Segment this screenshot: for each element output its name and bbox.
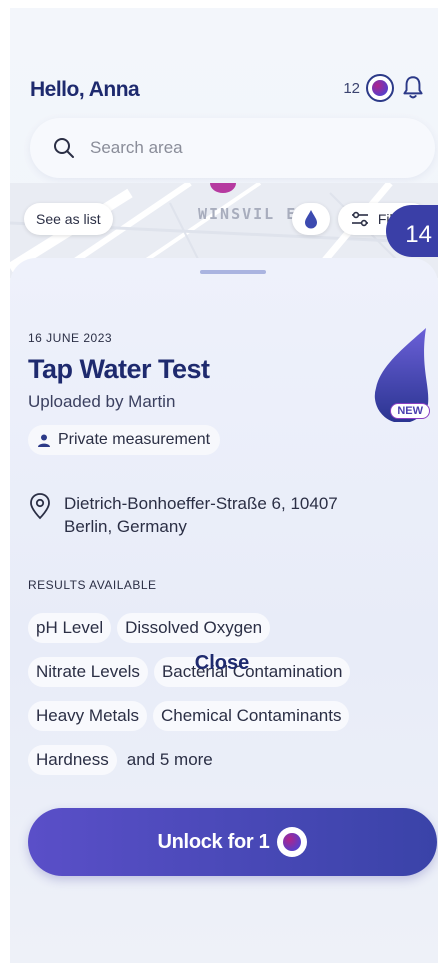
privacy-label: Private measurement <box>58 431 211 448</box>
sheet-handle[interactable] <box>200 270 266 274</box>
see-as-list-label: See as list <box>36 211 101 227</box>
water-drop-toggle[interactable] <box>292 203 330 235</box>
bell-icon[interactable] <box>400 74 426 102</box>
privacy-chip: Private measurement <box>28 425 221 455</box>
unlock-label: Unlock for 1 <box>157 830 270 853</box>
app-screen: Hello, Anna 12 WINSVIL E See as list <box>10 8 438 963</box>
greeting: Hello, Anna <box>30 78 140 101</box>
search-bar[interactable] <box>30 118 435 178</box>
unlock-button[interactable]: Unlock for 1 <box>28 808 437 876</box>
result-tag: Hardness <box>28 745 117 775</box>
address-line-2: Berlin, Germany <box>64 517 187 536</box>
search-icon <box>54 138 74 158</box>
person-icon <box>38 434 50 447</box>
detail-sheet: 16 JUNE 2023 Tap Water Test Uploaded by … <box>10 258 438 963</box>
credit-icon <box>277 827 308 857</box>
test-date: 16 JUNE 2023 <box>28 331 113 345</box>
see-as-list-button[interactable]: See as list <box>24 203 113 235</box>
header-actions: 12 <box>343 74 426 102</box>
credit-icon[interactable] <box>366 74 394 102</box>
result-tag: pH Level <box>28 613 112 643</box>
filters-icon <box>351 211 368 227</box>
water-drop-icon <box>305 210 317 229</box>
uploaded-by: Uploaded by Martin <box>28 392 176 411</box>
new-badge: NEW <box>390 403 430 419</box>
map-area-label: WINSVIL E <box>198 205 298 223</box>
cluster-pin[interactable]: 14 <box>386 205 438 257</box>
credit-count: 12 <box>343 79 360 97</box>
search-input[interactable] <box>90 138 390 158</box>
result-tag: Dissolved Oxygen <box>117 613 271 643</box>
location-pin-icon <box>30 493 50 520</box>
address-line-1: Dietrich-Bonhoeffer-Straße 6, 10407 <box>64 494 338 513</box>
close-button[interactable]: Close <box>0 652 444 675</box>
results-list: pH Level Dissolved Oxygen Nitrate Levels… <box>28 613 428 789</box>
test-title: Tap Water Test <box>28 354 210 384</box>
more-results: and 5 more <box>126 750 213 769</box>
result-tag: Chemical Contaminants <box>152 701 350 731</box>
result-tag: Heavy Metals <box>28 701 147 731</box>
results-heading: RESULTS AVAILABLE <box>28 578 157 592</box>
address: Dietrich-Bonhoeffer-Straße 6, 10407 Berl… <box>28 492 338 538</box>
